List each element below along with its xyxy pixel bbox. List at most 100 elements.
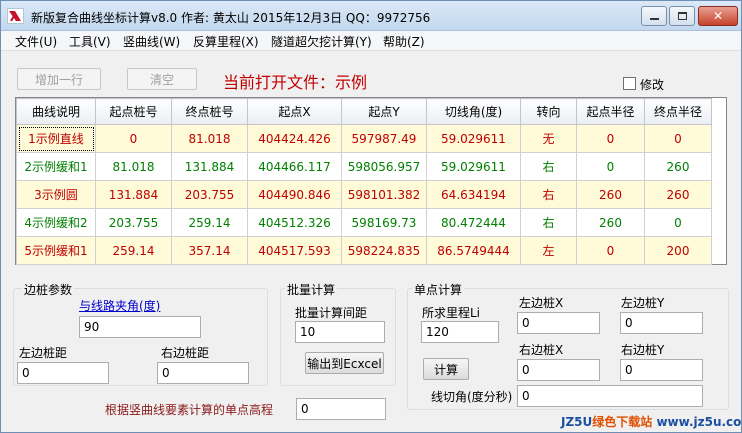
watermark-suffix: www.jz5u.com (656, 415, 742, 429)
table-header-row: 曲线说明 起点桩号 终点桩号 起点X 起点Y 切线角(度) 转向 起点半径 终点… (16, 98, 712, 125)
minimize-icon (649, 18, 659, 20)
left-x-input[interactable]: 0 (517, 312, 600, 334)
menu-help[interactable]: 帮助(Z) (383, 33, 425, 50)
right-y-input[interactable]: 0 (620, 359, 703, 381)
table-cell[interactable]: 131.884 (171, 152, 248, 181)
table-cell[interactable]: 260 (576, 208, 645, 237)
batch-interval-input[interactable]: 10 (295, 321, 385, 343)
column-header[interactable]: 终点半径 (644, 98, 712, 125)
table-cell[interactable]: 598169.73 (341, 208, 427, 237)
export-excel-button[interactable]: 输出到Ecxcel (305, 352, 384, 374)
elevation-label: 根据竖曲线要素计算的单点高程 (105, 403, 274, 417)
table-cell[interactable]: 259.14 (171, 208, 248, 237)
elevation-output[interactable]: 0 (296, 398, 386, 420)
table-cell[interactable]: 203.755 (171, 180, 248, 209)
menu-tunnel-calc[interactable]: 隧道超欠挖计算(Y) (271, 33, 372, 50)
modify-label: 修改 (640, 78, 665, 92)
table-cell[interactable]: 200 (644, 236, 712, 265)
left-distance-input[interactable]: 0 (17, 362, 109, 384)
table-cell[interactable]: 260 (576, 180, 645, 209)
table-cell[interactable]: 0 (576, 152, 645, 181)
table-cell[interactable]: 131.884 (95, 180, 172, 209)
modify-checkbox[interactable] (623, 77, 636, 90)
tangent-angle-input[interactable]: 0 (517, 385, 703, 407)
close-button[interactable]: ✕ (698, 6, 738, 26)
column-header[interactable]: 曲线说明 (16, 98, 96, 125)
table-cell[interactable]: 598224.835 (341, 236, 427, 265)
table-cell[interactable]: 80.472444 (426, 208, 521, 237)
table-row[interactable]: 4示例缓和2 203.755 259.14 404512.326 598169.… (16, 208, 712, 237)
table-cell[interactable]: 203.755 (95, 208, 172, 237)
table-cell[interactable]: 259.14 (95, 236, 172, 265)
table-cell[interactable]: 0 (644, 208, 712, 237)
table-cell[interactable]: 左 (520, 236, 577, 265)
table-cell[interactable]: 0 (644, 124, 712, 153)
table-cell[interactable]: 59.029611 (426, 124, 521, 153)
maximize-icon (677, 12, 687, 20)
right-x-input[interactable]: 0 (517, 359, 600, 381)
table-cell[interactable]: 404517.593 (247, 236, 342, 265)
app-icon (7, 8, 24, 24)
watermark-prefix: JZ5U (561, 415, 593, 429)
menu-tools[interactable]: 工具(V) (69, 33, 111, 50)
table-cell[interactable]: 64.634194 (426, 180, 521, 209)
angle-input[interactable]: 90 (79, 316, 201, 338)
table-cell[interactable]: 0 (576, 236, 645, 265)
column-header[interactable]: 终点桩号 (171, 98, 248, 125)
close-icon: ✕ (712, 9, 724, 23)
table-cell[interactable]: 右 (520, 152, 577, 181)
column-header[interactable]: 起点X (247, 98, 342, 125)
table-cell[interactable]: 598056.957 (341, 152, 427, 181)
table-cell[interactable]: 右 (520, 180, 577, 209)
left-y-input[interactable]: 0 (620, 312, 703, 334)
menu-vertical-curve[interactable]: 竖曲线(W) (123, 33, 180, 50)
table-cell[interactable]: 404512.326 (247, 208, 342, 237)
table-cell[interactable]: 无 (520, 124, 577, 153)
menu-reverse-chainage[interactable]: 反算里程(X) (193, 33, 259, 50)
table-row[interactable]: 5示例缓和1 259.14 357.14 404517.593 598224.8… (16, 236, 712, 265)
batch-interval-label: 批量计算间距 (295, 306, 368, 320)
minimize-button[interactable] (641, 6, 667, 26)
chainage-label: 所求里程Li (422, 306, 481, 320)
add-row-button[interactable]: 增加一行 (17, 68, 101, 90)
table-cell[interactable]: 404490.846 (247, 180, 342, 209)
table-cell[interactable]: 右 (520, 208, 577, 237)
column-header[interactable]: 起点桩号 (95, 98, 172, 125)
table-cell[interactable]: 86.5749444 (426, 236, 521, 265)
table-cell[interactable]: 0 (95, 124, 172, 153)
chainage-input[interactable]: 120 (421, 321, 499, 343)
table-cell[interactable]: 357.14 (171, 236, 248, 265)
column-header[interactable]: 起点半径 (576, 98, 645, 125)
table-row[interactable]: 1示例直线 0 81.018 404424.426 597987.49 59.0… (16, 124, 712, 153)
table-cell[interactable]: 260 (644, 152, 712, 181)
title-bar[interactable]: 新版复合曲线坐标计算v8.0 作者: 黄太山 2015年12月3日 QQ：997… (1, 1, 741, 31)
main-window: 新版复合曲线坐标计算v8.0 作者: 黄太山 2015年12月3日 QQ：997… (0, 0, 742, 433)
column-header[interactable]: 转向 (520, 98, 577, 125)
table-cell[interactable]: 59.029611 (426, 152, 521, 181)
table-cell[interactable]: 1示例直线 (16, 124, 96, 153)
table-cell[interactable]: 404466.117 (247, 152, 342, 181)
menu-file[interactable]: 文件(U) (15, 33, 57, 50)
table-cell[interactable]: 597987.49 (341, 124, 427, 153)
right-distance-input[interactable]: 0 (157, 362, 249, 384)
table-cell[interactable]: 0 (576, 124, 645, 153)
table-cell[interactable]: 81.018 (95, 152, 172, 181)
curve-data-grid[interactable]: 曲线说明 起点桩号 终点桩号 起点X 起点Y 切线角(度) 转向 起点半径 终点… (15, 97, 727, 265)
calculate-button[interactable]: 计算 (423, 358, 469, 380)
column-header[interactable]: 切线角(度) (426, 98, 521, 125)
table-row[interactable]: 3示例圆 131.884 203.755 404490.846 598101.3… (16, 180, 712, 209)
maximize-button[interactable] (669, 6, 695, 26)
table-row[interactable]: 2示例缓和1 81.018 131.884 404466.117 598056.… (16, 152, 712, 181)
table-cell[interactable]: 404424.426 (247, 124, 342, 153)
table-cell[interactable]: 5示例缓和1 (16, 236, 96, 265)
table-cell[interactable]: 598101.382 (341, 180, 427, 209)
right-x-label: 右边桩X (519, 343, 564, 357)
table-cell[interactable]: 3示例圆 (16, 180, 96, 209)
clear-button[interactable]: 清空 (127, 68, 197, 90)
table-cell[interactable]: 260 (644, 180, 712, 209)
angle-link-label[interactable]: 与线路夹角(度) (79, 297, 160, 314)
table-cell[interactable]: 2示例缓和1 (16, 152, 96, 181)
table-cell[interactable]: 81.018 (171, 124, 248, 153)
table-cell[interactable]: 4示例缓和2 (16, 208, 96, 237)
column-header[interactable]: 起点Y (341, 98, 427, 125)
